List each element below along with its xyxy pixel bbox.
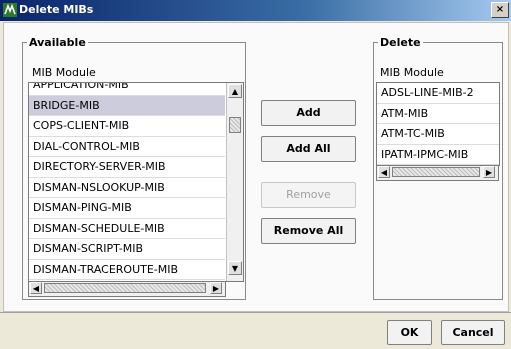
available-column-header: MIB Module <box>32 66 96 79</box>
scroll-right-arrow-icon[interactable]: ▶ <box>210 282 222 294</box>
list-item[interactable]: ADSL-LINE-MIB-2 <box>377 83 499 104</box>
delete-horizontal-scroll-thumb[interactable] <box>392 167 480 177</box>
available-group-label: Available <box>29 36 86 49</box>
add-all-button[interactable]: Add All <box>261 136 356 162</box>
list-item[interactable]: DISMAN-SCRIPT-MIB <box>29 239 225 260</box>
list-item[interactable]: DIAL-CONTROL-MIB <box>29 137 225 157</box>
list-item[interactable]: ATM-TC-MIB <box>377 124 499 145</box>
list-item[interactable]: DISMAN-NSLOOKUP-MIB <box>29 178 225 198</box>
list-item[interactable]: DISMAN-TRACEROUTE-MIB <box>29 260 225 280</box>
available-horizontal-scroll-thumb[interactable] <box>44 283 206 293</box>
scroll-down-arrow-icon[interactable]: ▼ <box>228 261 242 275</box>
cancel-button[interactable]: Cancel <box>441 320 505 345</box>
list-item[interactable]: DISMAN-SCHEDULE-MIB <box>29 219 225 239</box>
scroll-left-arrow-icon[interactable]: ◀ <box>30 282 42 294</box>
remove-button[interactable]: Remove <box>261 182 356 208</box>
list-item[interactable]: DISMAN-PING-MIB <box>29 198 225 219</box>
footer-separator <box>0 312 511 313</box>
list-item[interactable]: BRIDGE-MIB <box>29 95 225 116</box>
close-button[interactable]: × <box>491 2 509 18</box>
scroll-left-arrow-icon[interactable]: ◀ <box>378 166 390 178</box>
delete-group-label: Delete <box>380 36 421 49</box>
delete-column-header: MIB Module <box>380 66 444 79</box>
list-item[interactable]: APPLICATION-MIB <box>29 83 225 96</box>
delete-list[interactable]: ADSL-LINE-MIB-2 ATM-MIB ATM-TC-MIB IPATM-IP… <box>376 82 500 166</box>
available-list[interactable]: APPLICATION-MIB BRIDGE-MIB COPS-CLIENT-MIB… <box>28 82 244 282</box>
scroll-right-arrow-icon[interactable]: ▶ <box>483 166 495 178</box>
ok-button[interactable]: OK <box>387 320 432 345</box>
available-vertical-scrollbar[interactable]: ▲ ▼ <box>226 83 243 281</box>
list-item[interactable]: DIRECTORY-SERVER-MIB <box>29 157 225 178</box>
list-item[interactable]: IPATM-IPMC-MIB <box>377 145 499 165</box>
remove-all-button[interactable]: Remove All <box>261 218 356 244</box>
list-item[interactable]: COPS-CLIENT-MIB <box>29 116 225 137</box>
app-icon <box>3 3 17 17</box>
scroll-up-arrow-icon[interactable]: ▲ <box>228 84 242 98</box>
window-title: Delete MIBs <box>19 3 94 16</box>
delete-horizontal-scrollbar[interactable]: ◀ ▶ <box>376 165 499 181</box>
add-button[interactable]: Add <box>261 100 356 126</box>
list-item[interactable]: ATM-MIB <box>377 104 499 124</box>
available-vertical-scroll-thumb[interactable] <box>229 117 241 133</box>
available-horizontal-scrollbar[interactable]: ◀ ▶ <box>28 281 226 297</box>
title-bar: Delete MIBs × <box>0 0 511 21</box>
